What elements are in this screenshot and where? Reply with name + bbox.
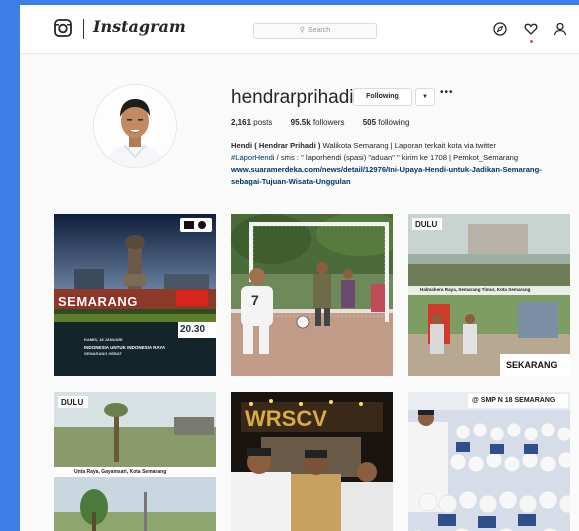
avatar-photo: [94, 85, 176, 167]
profile-username: hendrarprihadi: [231, 87, 354, 108]
post-3-after-label: SEKARANG: [506, 360, 558, 370]
post-4-before-label: DULU: [61, 398, 84, 407]
caret-down-icon: ▼: [422, 94, 428, 100]
search-input[interactable]: ⚲ Search: [253, 23, 377, 39]
post-6-location-label: @ SMP N 18 SEMARANG: [472, 397, 556, 404]
post-thumbnail-6[interactable]: @ SMP N 18 SEMARANG: [408, 392, 570, 531]
top-navigation-bar: Instagram ⚲ Search: [20, 5, 579, 54]
post-1-city-text: SEMARANG: [58, 294, 138, 309]
bio-text-1: Walikota Semarang | Laporan terkait kota…: [320, 141, 497, 150]
following-count[interactable]: 505 following: [363, 118, 410, 127]
following-button[interactable]: Following: [353, 88, 412, 106]
profile-bio: Hendi ( Hendrar Prihadi ) Walikota Semar…: [231, 140, 566, 188]
notification-dot: [530, 40, 533, 43]
heart-icon[interactable]: [524, 22, 538, 36]
post-6-image: [408, 392, 570, 531]
post-1-tagline: SEMARANG HEBAT: [84, 351, 122, 356]
post-4-location-label: Unta Raya, Gayamsari, Kota Semarang: [74, 469, 167, 475]
post-3-location-label: Halmahera Raya, Semarang Timur, Kota Sem…: [420, 287, 531, 292]
post-thumbnail-2[interactable]: 7: [231, 214, 393, 376]
instagram-camera-icon[interactable]: [54, 19, 72, 37]
post-1-time: 20.30: [180, 324, 206, 335]
profile-stats: 2,161 posts 95.5k followers 505 followin…: [231, 118, 425, 127]
post-1-slogan: INDONESIA UNTUK INDONESIA RAYA: [84, 345, 166, 350]
bio-full-name: Hendi ( Hendrar Prihadi ): [231, 141, 321, 150]
post-1-date: KAMIS, 18 JANUARI: [84, 337, 123, 342]
search-placeholder: Search: [307, 27, 331, 34]
bio-text-2: / sms : " laporhendi (spasi) "aduan" " k…: [274, 153, 519, 162]
bio-website-link[interactable]: www.suaramerdeka.com/news/detail/12976/I…: [231, 165, 542, 186]
search-icon: ⚲: [299, 27, 305, 34]
instagram-window: Instagram ⚲ Search hendrarprihadi Follow…: [20, 5, 579, 531]
more-options-icon[interactable]: •••: [440, 87, 454, 98]
logo-divider: [83, 19, 84, 39]
post-2-jersey-number: 7: [251, 292, 259, 308]
posts-count: 2,161 posts: [231, 118, 273, 127]
post-3-before-label: DULU: [415, 220, 438, 229]
person-icon[interactable]: [553, 22, 567, 36]
suggested-dropdown-button[interactable]: ▼: [415, 88, 435, 106]
post-thumbnail-5[interactable]: WRSCV: [231, 392, 393, 531]
post-thumbnail-1[interactable]: SEMARANG 20.30 KAMIS, 18 JANUARI INDONES…: [54, 214, 216, 376]
post-4-image: [54, 392, 216, 531]
post-3-image: [408, 214, 570, 376]
bio-hashtag-link[interactable]: #LaporHendi: [231, 153, 275, 162]
instagram-wordmark[interactable]: Instagram: [93, 17, 186, 36]
compass-icon[interactable]: [493, 22, 507, 36]
svg-text:WRSCV: WRSCV: [245, 406, 327, 431]
post-5-image: WRSCV: [231, 392, 393, 531]
followers-count[interactable]: 95.5k followers: [291, 118, 345, 127]
post-thumbnail-3[interactable]: DULU Halmahera Raya, Semarang Timur, Kot…: [408, 214, 570, 376]
profile-avatar[interactable]: [93, 84, 177, 168]
post-thumbnail-4[interactable]: DULU Unta Raya, Gayamsari, Kota Semarang: [54, 392, 216, 531]
